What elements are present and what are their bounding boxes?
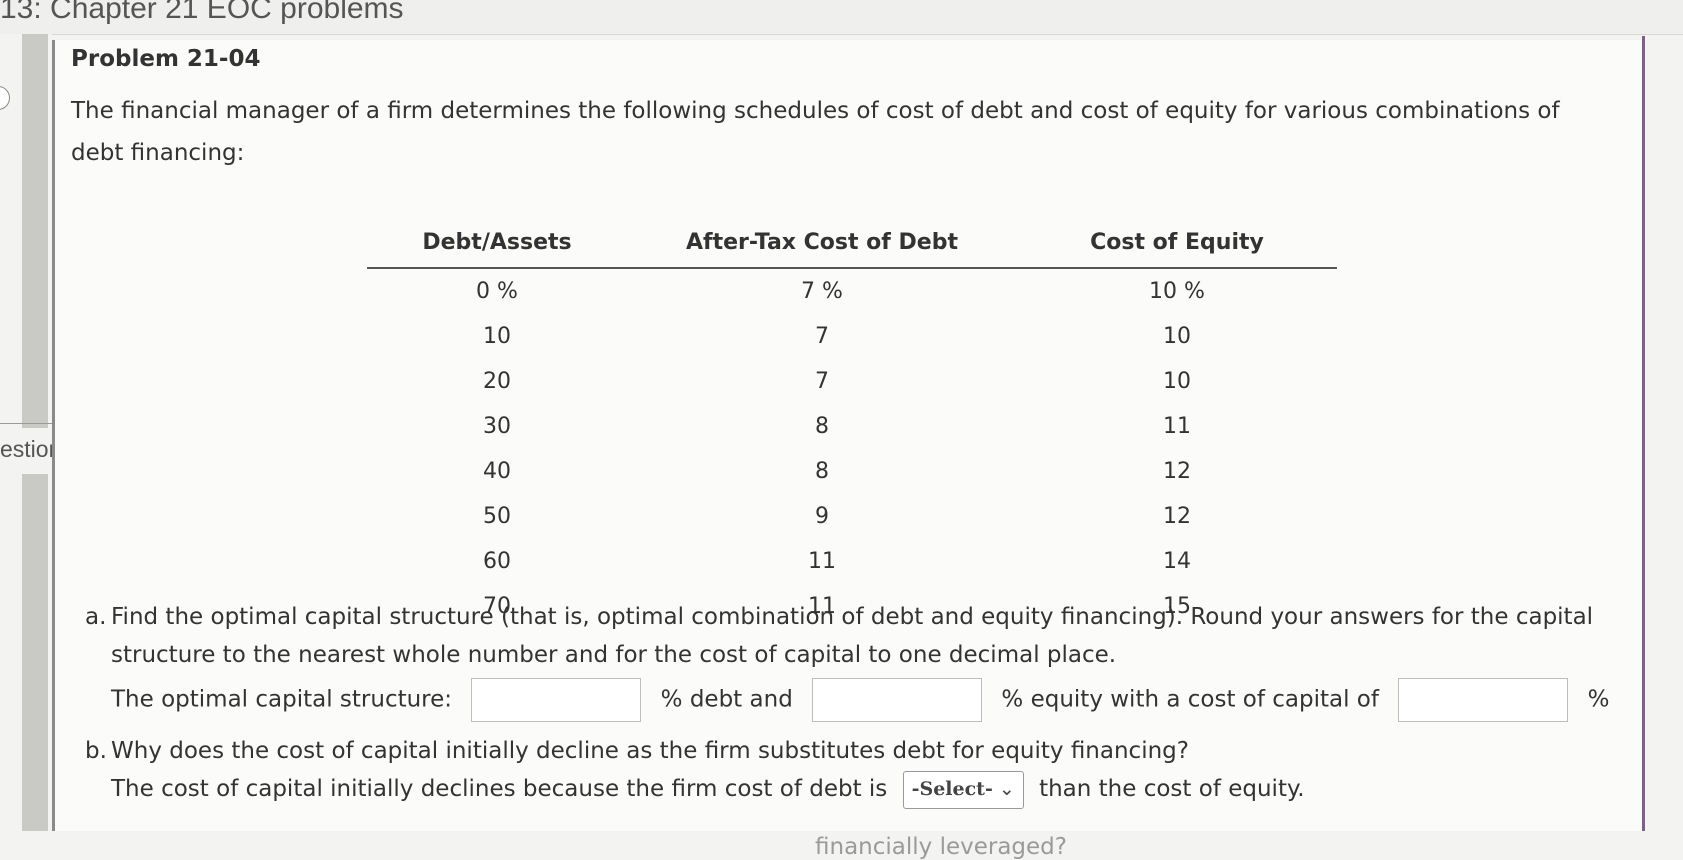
- part-a-answer-line: The optimal capital structure: % debt an…: [71, 678, 1651, 722]
- problem-content: Problem 21-04 The financial manager of a…: [52, 40, 1645, 860]
- part-b-line: b. Why does the cost of capital initiall…: [71, 732, 1651, 770]
- problem-title: Problem 21-04: [71, 46, 261, 72]
- select-value: -Select-: [911, 777, 993, 800]
- debt-cost-select[interactable]: -Select- ⌄: [902, 770, 1024, 809]
- cell-cost-of-equity: 10: [1163, 369, 1191, 394]
- cell-cost-of-equity: 12: [1163, 459, 1191, 484]
- table-row: 60 11 14: [367, 539, 1337, 584]
- cost-of-capital-input[interactable]: [1398, 678, 1569, 722]
- part-a-line2: structure to the nearest whole number an…: [71, 636, 1651, 674]
- part-b-answer-suffix: than the cost of equity.: [1039, 776, 1305, 802]
- cell-cost-of-equity: 14: [1163, 549, 1191, 574]
- cell-cost-of-equity: 12: [1163, 504, 1191, 529]
- cell-cost-of-debt: 11: [808, 549, 836, 574]
- cost-schedule-table: Debt/Assets After-Tax Cost of Debt Cost …: [367, 224, 1337, 629]
- table-row: 10 7 10: [367, 314, 1337, 359]
- table-row: 0 % 7 % 10 %: [367, 268, 1337, 314]
- equity-percent-input[interactable]: [812, 678, 983, 722]
- table-row: 40 8 12: [367, 449, 1337, 494]
- part-a-line1: a. Find the optimal capital structure (t…: [71, 598, 1651, 636]
- cell-cost-of-equity: 10 %: [1149, 279, 1205, 304]
- cell-cost-of-equity: 11: [1163, 414, 1191, 439]
- part-a-question: Find the optimal capital structure (that…: [111, 604, 1594, 630]
- cell-debt-assets: 50: [483, 504, 511, 529]
- header-after-tax-cost-of-debt: After-Tax Cost of Debt: [627, 224, 1017, 269]
- cell-cost-of-debt: 7: [815, 324, 829, 349]
- cell-debt-assets: 40: [483, 459, 511, 484]
- part-b-marker: b.: [85, 738, 107, 764]
- cell-cost-of-debt: 8: [815, 414, 829, 439]
- cell-cost-of-debt: 7: [815, 369, 829, 394]
- percent-sign: %: [1587, 686, 1610, 713]
- debt-suffix: % debt and: [660, 686, 793, 713]
- cell-debt-assets: 0 %: [476, 279, 518, 304]
- chevron-down-icon: ⌄: [998, 777, 1015, 800]
- header-cost-of-equity: Cost of Equity: [1017, 224, 1337, 269]
- part-b-question: Why does the cost of capital initially d…: [111, 738, 1189, 764]
- part-b-answer-prefix: The cost of capital initially declines b…: [111, 776, 888, 802]
- table-header-row: Debt/Assets After-Tax Cost of Debt Cost …: [367, 224, 1337, 269]
- table-row: 20 7 10: [367, 359, 1337, 404]
- cell-cost-of-debt: 8: [815, 459, 829, 484]
- questions-section: a. Find the optimal capital structure (t…: [71, 598, 1651, 809]
- cell-cost-of-equity: 10: [1163, 324, 1191, 349]
- top-bar: 13: Chapter 21 EOC problems: [0, 0, 1683, 35]
- cell-cost-of-debt: 9: [815, 504, 829, 529]
- cell-debt-assets: 60: [483, 549, 511, 574]
- cell-cost-of-debt: 7 %: [801, 279, 843, 304]
- right-border: [1642, 36, 1645, 831]
- table-row: 50 9 12: [367, 494, 1337, 539]
- cell-debt-assets: 20: [483, 369, 511, 394]
- cutoff-text: financially leveraged?: [815, 834, 1067, 860]
- debt-percent-input[interactable]: [471, 678, 642, 722]
- cell-debt-assets: 30: [483, 414, 511, 439]
- part-b-answer-line: The cost of capital initially declines b…: [71, 770, 1651, 809]
- header-debt-assets: Debt/Assets: [367, 224, 627, 269]
- cell-debt-assets: 10: [483, 324, 511, 349]
- optimal-structure-label: The optimal capital structure:: [111, 686, 453, 713]
- problem-intro: The financial manager of a firm determin…: [71, 98, 1560, 166]
- table-row: 30 8 11: [367, 404, 1337, 449]
- part-a-marker: a.: [85, 604, 107, 630]
- part-a-question-cont: structure to the nearest whole number an…: [111, 642, 1117, 668]
- equity-suffix: % equity with a cost of capital of: [1001, 686, 1379, 713]
- assignment-title: 13: Chapter 21 EOC problems: [0, 0, 404, 25]
